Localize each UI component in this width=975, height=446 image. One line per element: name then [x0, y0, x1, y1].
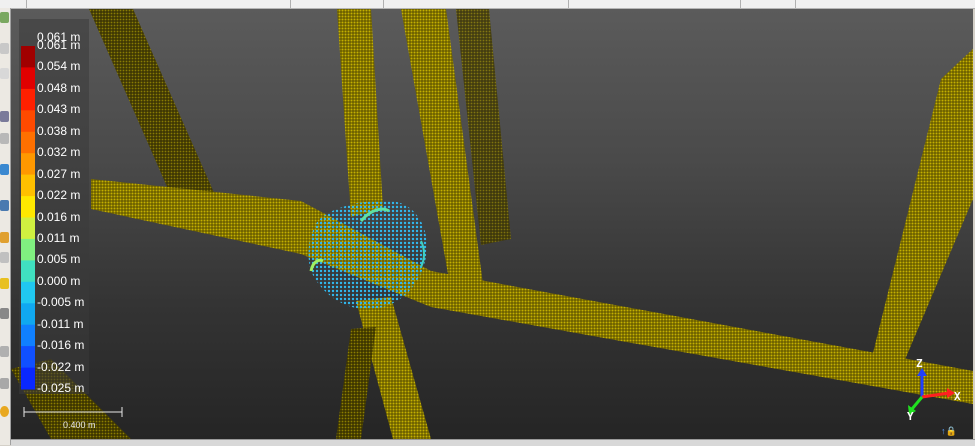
toolbar-button[interactable]	[0, 111, 9, 122]
color-scale-label: 0.022 m	[37, 188, 81, 203]
color-scale-label: 0.016 m	[37, 209, 81, 224]
color-scale-label: 0.005 m	[37, 252, 81, 267]
toolbar-button[interactable]	[0, 406, 9, 417]
color-scale-label: -0.022 m	[37, 359, 85, 374]
toolbar-separator	[740, 0, 741, 8]
color-scale-label: 0.000 m	[37, 273, 81, 288]
toolbar-button[interactable]	[0, 133, 9, 144]
color-scale-segment	[21, 88, 35, 111]
toolbar-separator	[290, 0, 291, 8]
axis-y-label: Y	[907, 410, 914, 423]
color-scale-segment	[21, 346, 35, 368]
color-scale-label: -0.011 m	[37, 316, 84, 331]
color-scale-label: 0.054 m	[37, 59, 81, 74]
lock-icon[interactable]: ↑🔒	[941, 426, 957, 437]
toolbar-button[interactable]	[0, 252, 9, 263]
color-scale-segment	[21, 281, 35, 304]
color-scale-segment	[21, 324, 35, 347]
point-cloud-member	[337, 9, 383, 217]
color-scale-segment	[21, 174, 35, 197]
color-scale-segment	[21, 217, 35, 240]
color-scale-label: 0.032 m	[37, 145, 81, 160]
point-cloud-member	[336, 327, 376, 439]
color-scale-label: -0.016 m	[37, 338, 85, 353]
color-scale-segment	[21, 260, 35, 283]
point-cloud-beam	[91, 179, 973, 404]
color-scale-label: 0.043 m	[37, 102, 81, 117]
3d-viewport[interactable]: 0.061 m 0.061 m 0.054 m 0.048 m 0.043 m 0.03…	[11, 9, 973, 439]
scale-bar-label: 0.400 m	[63, 420, 96, 430]
color-scale-segment	[21, 153, 35, 176]
color-scale-segment	[21, 46, 35, 68]
toolbar-button[interactable]	[0, 68, 9, 79]
toolbar-separator	[26, 0, 27, 8]
color-scale-segment	[21, 131, 35, 154]
color-scale-label: 0.048 m	[37, 80, 81, 95]
color-scale-label: 0.027 m	[37, 166, 81, 181]
toolbar-button[interactable]	[0, 200, 9, 211]
axis-x-label: X	[954, 390, 961, 403]
color-scale-segment	[21, 67, 35, 90]
toolbar-separator	[383, 0, 384, 8]
toolbar-separator	[795, 0, 796, 8]
point-cloud-scene	[11, 9, 973, 439]
color-scale-label: 0.061 m	[37, 38, 81, 52]
point-cloud-member	[871, 49, 973, 369]
toolbar-separator	[568, 0, 569, 8]
color-scale-label: 0.038 m	[37, 123, 81, 138]
left-toolbar	[0, 8, 11, 445]
toolbar-button[interactable]	[0, 378, 9, 389]
toolbar-button[interactable]	[0, 346, 9, 357]
toolbar-button[interactable]	[0, 12, 9, 23]
color-scale-label: -0.025 m	[37, 381, 85, 395]
axis-z-label: Z	[916, 357, 923, 370]
color-scale-segment	[21, 110, 35, 133]
top-toolbar	[0, 0, 975, 9]
color-scale-segment	[21, 196, 35, 218]
toolbar-button[interactable]	[0, 308, 9, 319]
color-scale-segment	[21, 238, 35, 261]
toolbar-button[interactable]	[0, 232, 9, 243]
color-scale-segment	[21, 367, 35, 390]
toolbar-button[interactable]	[0, 278, 9, 289]
color-scale-label: 0.011 m	[37, 230, 80, 245]
toolbar-button[interactable]	[0, 164, 9, 175]
toolbar-button[interactable]	[0, 43, 9, 54]
color-scale-segment	[21, 303, 35, 326]
color-scale-label: -0.005 m	[37, 295, 85, 310]
